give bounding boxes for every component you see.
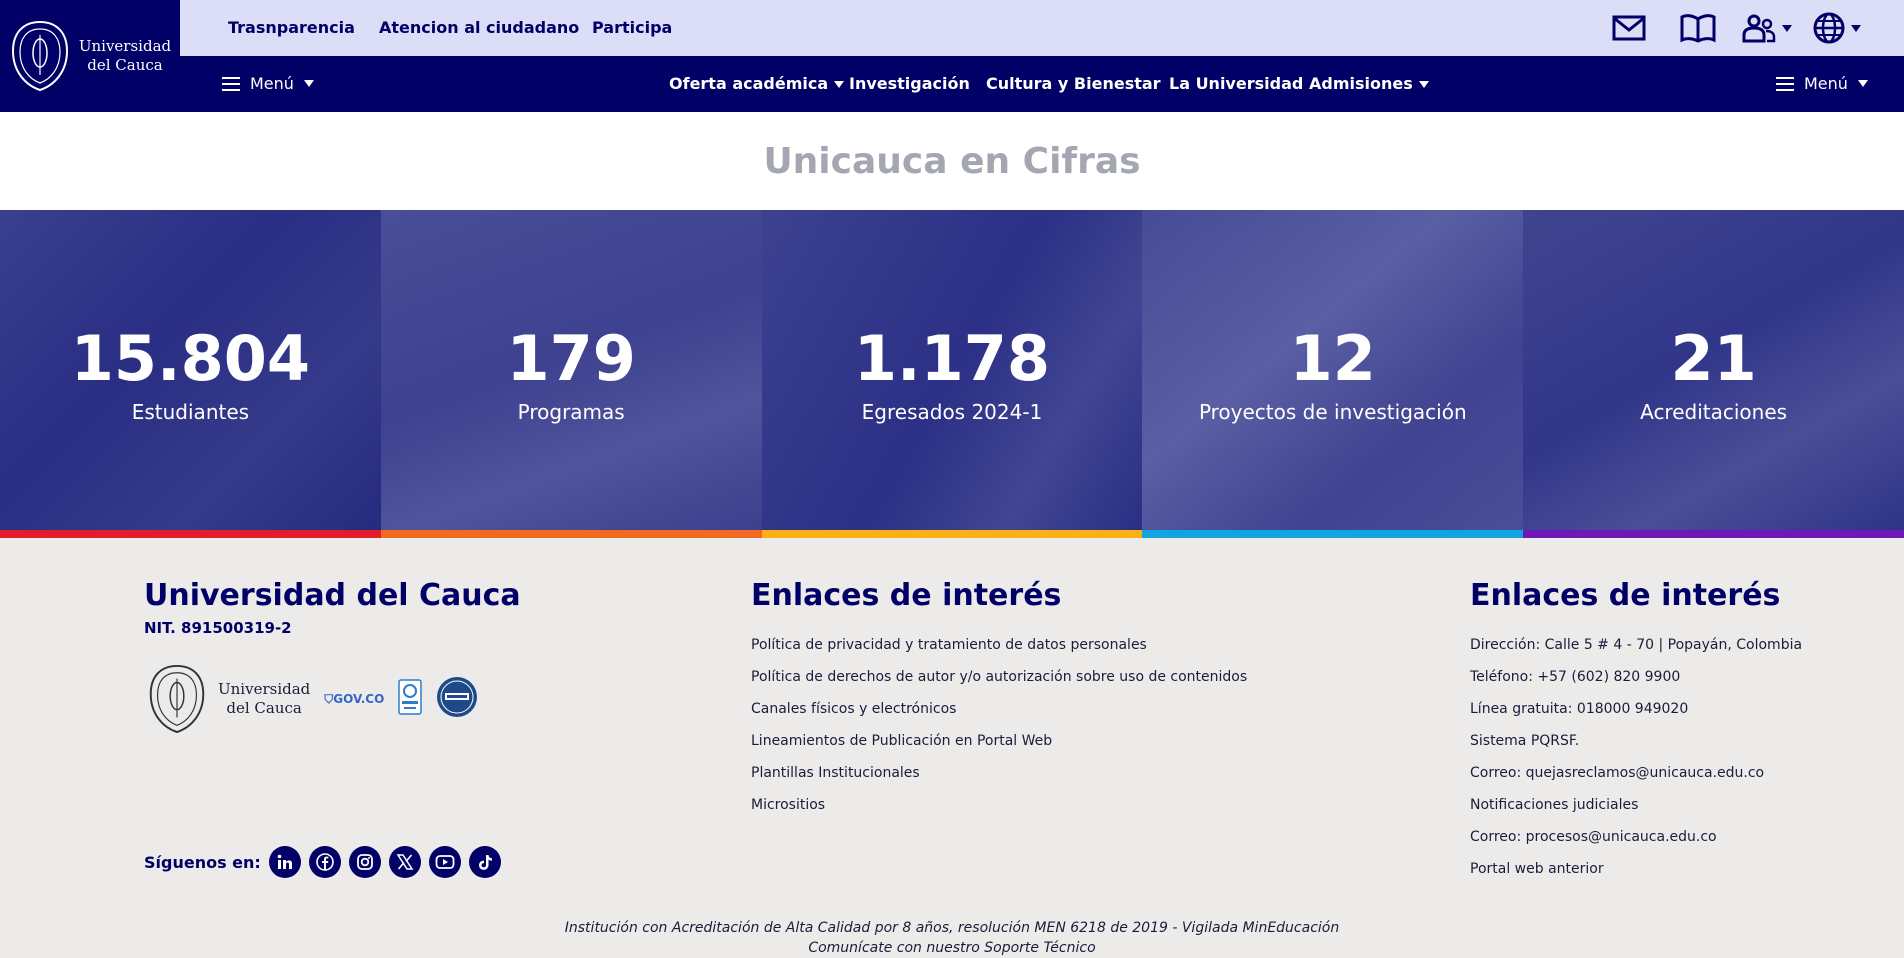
crest-icon — [11, 20, 68, 92]
stat-color-bar — [0, 530, 381, 538]
right-menu-button[interactable]: Menú — [1776, 74, 1868, 93]
instagram-icon[interactable] — [348, 846, 381, 878]
globe-icon[interactable] — [1813, 10, 1863, 46]
footer-contact-title: Enlaces de interés — [1470, 578, 1781, 613]
privacy-policy-link[interactable]: Política de privacidad y tratamiento de … — [751, 637, 1147, 653]
citizen-attention-link[interactable]: Atencion al ciudadano — [379, 18, 579, 37]
logo-text: Universidad del Cauca — [78, 37, 172, 74]
iqnet-badge[interactable] — [436, 676, 478, 722]
stats-row: 15.804 Estudiantes 179 Programas 1.178 E… — [0, 210, 1904, 538]
toll-free-text: Línea gratuita: 018000 949020 — [1470, 701, 1689, 717]
publication-guidelines-link[interactable]: Lineamientos de Publicación en Portal We… — [751, 733, 1052, 749]
people-icon[interactable] — [1742, 10, 1792, 46]
left-menu-button[interactable]: Menú — [222, 74, 314, 93]
nav-admisiones[interactable]: Admisiones — [1309, 74, 1429, 93]
accreditation-notice: Institución con Acreditación de Alta Cal… — [0, 918, 1904, 958]
hamburger-icon — [222, 76, 240, 91]
judicial-notifications-link[interactable]: Notificaciones judiciales — [1470, 797, 1638, 813]
footer-col-university: Universidad del Cauca NIT. 891500319-2 — [144, 578, 521, 637]
main-nav: Menú Oferta académica Investigación Cult… — [180, 56, 1904, 112]
phone-text: Teléfono: +57 (602) 820 9900 — [1470, 669, 1681, 685]
social-label: Síguenos en: — [144, 852, 261, 872]
stat-color-bar — [1523, 530, 1904, 538]
nav-la-universidad[interactable]: La Universidad — [1169, 74, 1303, 93]
footer-links-title: Enlaces de interés — [751, 578, 1062, 613]
university-logo[interactable]: Universidad del Cauca — [0, 0, 180, 112]
footer-logo-text: Universidad del Cauca — [218, 680, 311, 717]
site-footer: Universidad del Cauca NIT. 891500319-2 U… — [0, 538, 1904, 958]
stat-card-research: 12 Proyectos de investigación — [1142, 210, 1524, 538]
templates-link[interactable]: Plantillas Institucionales — [751, 765, 920, 781]
stat-color-bar — [380, 530, 762, 538]
crest-icon — [149, 664, 205, 734]
top-bar: Trasnparencia Atencion al ciudadano Part… — [180, 0, 1904, 56]
footer-university-title: Universidad del Cauca — [144, 578, 521, 613]
nav-oferta-academica[interactable]: Oferta académica — [669, 74, 845, 93]
previous-portal-link[interactable]: Portal web anterior — [1470, 861, 1604, 877]
book-icon[interactable] — [1680, 10, 1720, 46]
social-links: Síguenos en: — [144, 846, 501, 878]
stat-value: 179 — [506, 322, 636, 395]
site-header: Universidad del Cauca Trasnparencia Aten… — [0, 0, 1904, 112]
microsites-link[interactable]: Micrositios — [751, 797, 825, 813]
nav-cultura-bienestar[interactable]: Cultura y Bienestar — [986, 74, 1161, 93]
stat-card-students: 15.804 Estudiantes — [0, 210, 381, 538]
section-title: Unicauca en Cifras — [763, 140, 1141, 182]
tech-support-link[interactable]: Comunícate con nuestro Soporte Técnico — [808, 940, 1095, 956]
stat-value: 1.178 — [853, 322, 1051, 395]
linkedin-icon[interactable] — [268, 846, 301, 878]
accreditation-text: Institución con Acreditación de Alta Cal… — [564, 920, 1340, 936]
x-icon[interactable] — [388, 846, 421, 878]
stat-card-programs: 179 Programas — [380, 210, 762, 538]
pqrsf-link[interactable]: Sistema PQRSF. — [1470, 733, 1579, 749]
footer-logos: Universidad del Cauca ⛉GOV.CO — [144, 663, 478, 735]
shield-icon: ⛉ — [324, 691, 334, 706]
footer-links-list: Política de privacidad y tratamiento de … — [751, 629, 1247, 821]
gov-co-logo[interactable]: ⛉GOV.CO — [324, 692, 384, 707]
nit-number: NIT. 891500319-2 — [144, 619, 292, 637]
tiktok-icon[interactable] — [468, 846, 501, 878]
processes-email-link[interactable]: Correo: procesos@unicauca.edu.co — [1470, 829, 1717, 845]
participate-link[interactable]: Participa — [592, 18, 672, 37]
address-text: Dirección: Calle 5 # 4 - 70 | Popayán, C… — [1470, 637, 1803, 653]
stat-label: Programas — [517, 400, 625, 424]
stat-label: Egresados 2024-1 — [861, 400, 1043, 424]
facebook-icon[interactable] — [308, 846, 341, 878]
stat-color-bar — [1142, 530, 1524, 538]
copyright-policy-link[interactable]: Política de derechos de autor y/o autori… — [751, 669, 1247, 685]
stat-card-graduates: 1.178 Egresados 2024-1 — [761, 210, 1143, 538]
hamburger-icon — [1776, 76, 1794, 91]
iso-certification-badge[interactable] — [398, 679, 423, 719]
stat-color-bar — [761, 530, 1143, 538]
mail-icon[interactable] — [1612, 10, 1652, 46]
stat-label: Estudiantes — [131, 400, 250, 424]
channels-link[interactable]: Canales físicos y electrónicos — [751, 701, 956, 717]
stat-value: 15.804 — [70, 322, 311, 395]
stat-value: 12 — [1289, 322, 1376, 395]
footer-contact-list: Dirección: Calle 5 # 4 - 70 | Popayán, C… — [1470, 629, 1802, 885]
stat-label: Proyectos de investigación — [1198, 400, 1467, 424]
stat-value: 21 — [1670, 322, 1757, 395]
complaints-email-link[interactable]: Correo: quejasreclamos@unicauca.edu.co — [1470, 765, 1764, 781]
stat-label: Acreditaciones — [1640, 400, 1788, 424]
footer-col-links: Enlaces de interés Política de privacida… — [751, 578, 1247, 821]
transparency-link[interactable]: Trasnparencia — [228, 18, 355, 37]
youtube-icon[interactable] — [428, 846, 461, 878]
section-title-band: Unicauca en Cifras — [0, 112, 1904, 210]
footer-university-logo[interactable]: Universidad del Cauca — [144, 663, 310, 735]
stat-card-accreditations: 21 Acreditaciones — [1523, 210, 1904, 538]
nav-investigacion[interactable]: Investigación — [849, 74, 970, 93]
footer-col-contact: Enlaces de interés Dirección: Calle 5 # … — [1470, 578, 1802, 885]
